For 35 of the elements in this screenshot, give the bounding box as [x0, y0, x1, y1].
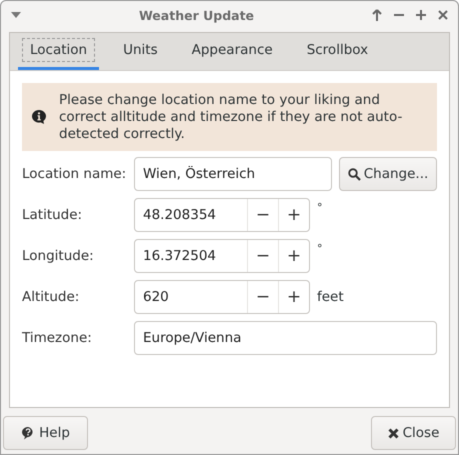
increment-button[interactable]: + — [278, 199, 309, 231]
search-icon — [348, 168, 361, 180]
field-label: Location name: — [22, 166, 128, 182]
close-icon[interactable] — [438, 9, 448, 21]
text-field[interactable]: Europe/Vienna — [134, 321, 437, 355]
decrement-button[interactable]: − — [247, 281, 278, 313]
tab[interactable]: Units — [111, 33, 170, 70]
info-message: Please change location name to your liking and correct alltitude and timezone if they are not auto-detected correctly. — [59, 92, 404, 142]
field-label: Timezone: — [22, 330, 93, 346]
maximize-icon[interactable] — [416, 9, 426, 21]
speech-bubble-icon — [21, 426, 36, 440]
decrement-button[interactable]: − — [247, 240, 278, 272]
unit-label: ° — [317, 201, 322, 214]
info-icon — [31, 109, 47, 125]
arrow-up-icon[interactable] — [372, 9, 382, 21]
close-button[interactable]: Close — [371, 416, 456, 450]
field-label: Altitude: — [22, 289, 80, 305]
tab[interactable]: Scrollbox — [294, 33, 380, 70]
text-field[interactable]: Wien, Österreich — [134, 157, 332, 191]
window-title: Weather Update — [138, 8, 256, 22]
field-label: Latitude: — [22, 207, 84, 223]
help-button[interactable]: Help — [3, 416, 88, 450]
spin-field[interactable]: 620 − + — [134, 280, 310, 314]
unit-label: ° — [317, 242, 322, 255]
change-button[interactable]: Change... — [339, 157, 437, 191]
decrement-button[interactable]: − — [247, 199, 278, 231]
increment-button[interactable]: + — [278, 240, 309, 272]
close-icon — [388, 428, 399, 438]
increment-button[interactable]: + — [278, 281, 309, 313]
spin-field[interactable]: 48.208354 − + — [134, 198, 310, 232]
field-label: Longitude: — [22, 248, 95, 264]
spin-field[interactable]: 16.372504 − + — [134, 239, 310, 273]
menu-caret-icon[interactable] — [11, 12, 21, 18]
unit-label: feet — [317, 289, 344, 305]
tab[interactable]: Appearance — [180, 33, 285, 70]
